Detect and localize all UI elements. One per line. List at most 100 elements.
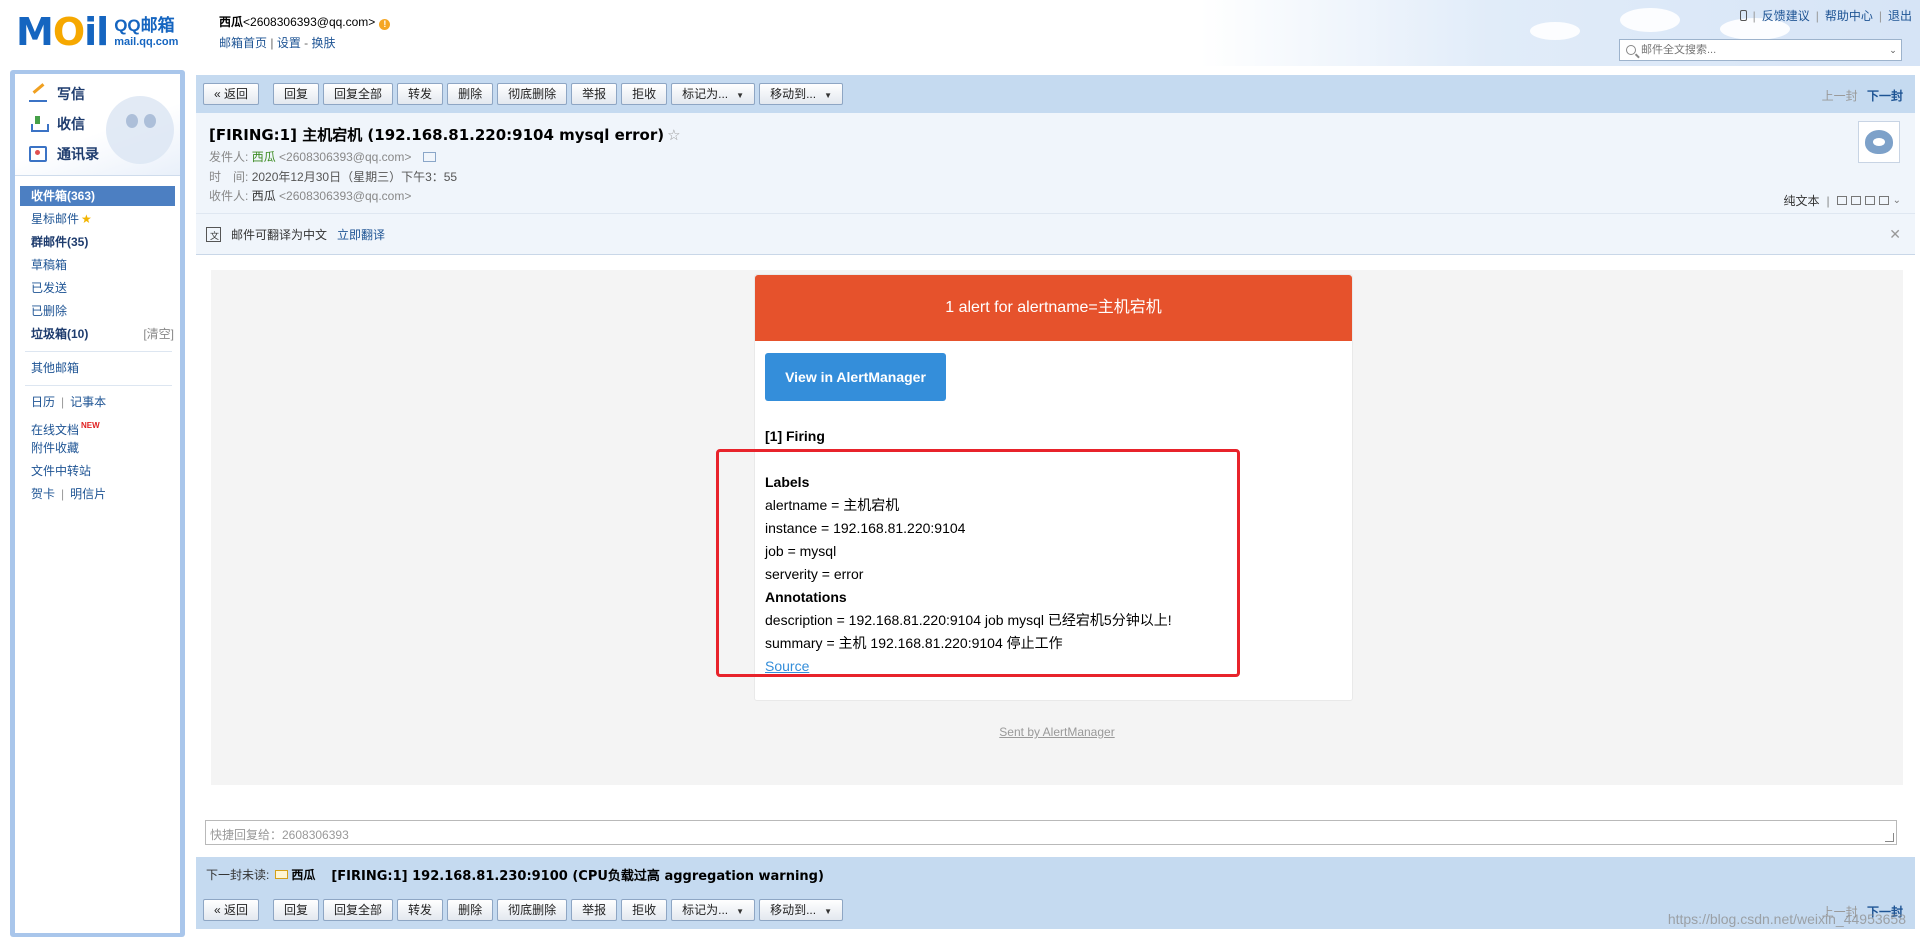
envelope-icon [275,869,289,879]
warning-icon[interactable]: ! [379,19,391,30]
star-outline-icon[interactable]: ☆ [667,126,680,144]
sidebar-item-sent[interactable]: 已发送 [15,277,180,300]
contacts-button[interactable]: 通讯录 [29,144,99,164]
qq-mascot-image [106,96,174,164]
mailbox-home-link[interactable]: 邮箱首页 [219,36,267,50]
reply-all-button[interactable]: 回复全部 [323,899,394,921]
subject-text: [FIRING:1] 主机宕机 (192.168.81.220:9104 mys… [209,126,665,144]
reject-button[interactable]: 拒收 [621,899,668,921]
reply-button[interactable]: 回复 [273,899,320,921]
mark-as-dropdown[interactable]: 标记为... ▼ [671,83,756,105]
sidebar-item-other-mailbox[interactable]: 其他邮箱 [15,357,180,380]
translate-now-link[interactable]: 立即翻译 [337,226,385,243]
recipient-name: 西瓜 [251,189,276,203]
search-input[interactable] [1641,44,1885,56]
delete-button[interactable]: 删除 [447,899,494,921]
top-links: | 反馈建议 | 帮助中心 | 退出 [1739,7,1912,24]
back-button[interactable]: « 返回 [203,899,260,921]
change-skin-link[interactable]: 换肤 [312,36,336,50]
chevron-down-icon[interactable]: ⌄ [1893,195,1901,206]
logo-domain-text: mail.qq.com [114,35,179,48]
divider [25,351,172,352]
sidebar-item-inbox[interactable]: 收件箱(363) [20,186,175,206]
time-row: 时 间: 2020年12月30日（星期三）下午3：55 [209,168,457,185]
forward-button[interactable]: 转发 [397,83,444,105]
sender-avatar[interactable] [1858,121,1900,163]
search-icon [1626,45,1636,55]
new-window-icon[interactable] [1836,196,1847,205]
mail-body: 1 alert for alertname=主机宕机 View in Alert… [211,270,1903,785]
alert-content: [1] Firing Labels alertname = 主机宕机 insta… [765,425,1172,678]
delete-permanently-button[interactable]: 彻底删除 [497,83,568,105]
mark-as-dropdown[interactable]: 标记为... ▼ [671,899,756,921]
move-to-dropdown[interactable]: 移动到... ▼ [759,899,843,921]
save-icon[interactable] [1864,196,1875,205]
mail-subject: [FIRING:1] 主机宕机 (192.168.81.220:9104 mys… [209,124,681,145]
label-line: alertname = 主机宕机 [765,497,900,513]
feedback-link[interactable]: 反馈建议 [1762,7,1810,24]
prev-mail-link[interactable]: 上一封 [1822,89,1858,103]
pager: 上一封 下一封 [1822,87,1903,104]
move-to-dropdown[interactable]: 移动到... ▼ [759,83,843,105]
plain-text-link[interactable]: 纯文本 [1783,192,1819,209]
receive-button[interactable]: 收信 [29,114,85,134]
sidebar-item-drafts[interactable]: 草稿箱 [15,254,180,277]
new-badge: NEW [81,421,100,430]
spam-clear-link[interactable]: [清空] [143,323,174,346]
close-icon[interactable]: ✕ [1889,226,1901,243]
contact-card-icon[interactable] [422,152,436,162]
from-row: 发件人: 西瓜 <2608306393@qq.com> [209,148,436,165]
sidebar-item-starred[interactable]: 星标邮件 ★ [15,208,180,231]
sidebar-item-group[interactable]: 群邮件(35) [15,231,180,254]
cards-link[interactable]: 贺卡 [31,487,55,501]
sender-name[interactable]: 西瓜 [252,150,276,164]
caret-down-icon: ▼ [736,91,745,100]
sender-email: <2608306393@qq.com> [279,150,412,164]
settings-link[interactable]: 设置 [277,36,301,50]
report-button[interactable]: 举报 [571,83,618,105]
logout-link[interactable]: 退出 [1888,7,1912,24]
sidebar-item-deleted[interactable]: 已删除 [15,300,180,323]
search-box[interactable]: ⌄ [1619,39,1902,61]
delete-button[interactable]: 删除 [447,83,494,105]
reject-button[interactable]: 拒收 [621,83,668,105]
from-label: 发件人: [209,150,249,164]
sent-by-link[interactable]: Sent by AlertManager [999,725,1114,739]
forward-button[interactable]: 转发 [397,899,444,921]
next-unread-bar: 下一封未读: 西瓜 [FIRING:1] 192.168.81.230:9100… [196,857,1915,891]
postcards-link[interactable]: 明信片 [70,487,106,501]
sidebar-item-attachments[interactable]: 附件收藏 [15,437,180,460]
view-tools: 纯文本 | ⌄ [1783,192,1901,209]
annotation-line: summary = 主机 192.168.81.220:9104 停止工作 [765,635,1063,651]
source-link[interactable]: Source [765,658,809,674]
sidebar-item-file-transfer[interactable]: 文件中转站 [15,460,180,483]
next-unread-subject-link[interactable]: [FIRING:1] 192.168.81.230:9100 (CPU负载过高 … [331,865,824,884]
print-icon[interactable] [1878,196,1889,205]
expand-icon[interactable] [1850,196,1861,205]
notebook-link[interactable]: 记事本 [70,395,106,409]
mark-as-label: 标记为... [682,903,729,917]
calendar-link[interactable]: 日历 [31,395,55,409]
recipient-email: <2608306393@qq.com> [279,189,412,203]
report-button[interactable]: 举报 [571,899,618,921]
phone-icon[interactable] [1739,10,1747,21]
sidebar-item-spam[interactable]: 垃圾箱(10) [清空] [15,323,180,346]
sent-by-footer: Sent by AlertManager [211,725,1903,739]
delete-permanently-button[interactable]: 彻底删除 [497,899,568,921]
sidebar-item-docs[interactable]: 在线文档 NEW [15,414,180,437]
annotation-line: description = 192.168.81.220:9104 job my… [765,612,1172,628]
next-mail-link[interactable]: 下一封 [1867,89,1903,103]
top-header: MOil QQ邮箱 mail.qq.com 西瓜<2608306393@qq.c… [0,0,1920,66]
write-button[interactable]: 写信 [29,84,85,104]
toolbar-top: « 返回 回复 回复全部 转发 删除 彻底删除 举报 拒收 标记为... ▼ 移动… [196,75,1915,113]
reply-button[interactable]: 回复 [273,83,320,105]
reply-all-button[interactable]: 回复全部 [323,83,394,105]
view-in-alertmanager-button[interactable]: View in AlertManager [765,353,946,401]
back-button[interactable]: « 返回 [203,83,260,105]
quick-reply-input[interactable]: 快捷回复给：2608306393 [205,820,1897,845]
label-line: serverity = error [765,566,864,582]
chevron-down-icon[interactable]: ⌄ [1885,45,1901,56]
user-info: 西瓜<2608306393@qq.com>! 邮箱首页 | 设置 - 换肤 [219,13,391,51]
help-center-link[interactable]: 帮助中心 [1825,7,1873,24]
qq-mail-logo[interactable]: MOil QQ邮箱 mail.qq.com [16,12,178,52]
